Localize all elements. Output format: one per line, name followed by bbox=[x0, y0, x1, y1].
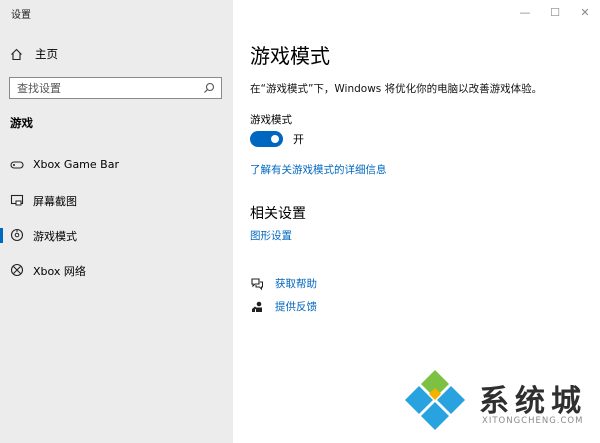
window-controls: — ☐ ✕ bbox=[510, 0, 600, 24]
related-settings-title: 相关设置 bbox=[250, 206, 306, 222]
sidebar-item-label: 主页 bbox=[35, 47, 58, 61]
section-title: 游戏 bbox=[10, 116, 33, 130]
give-feedback-row[interactable]: 提供反馈 bbox=[250, 299, 317, 314]
watermark-logo: 系统城 XITONGCHENG.COM bbox=[402, 368, 592, 434]
toggle-title: 游戏模式 bbox=[250, 114, 292, 126]
help-chat-icon bbox=[251, 277, 263, 290]
maximize-button[interactable]: ☐ bbox=[540, 0, 570, 24]
screenshot-icon bbox=[10, 194, 24, 206]
logo-mark-icon bbox=[405, 370, 465, 430]
page-description: 在“游戏模式”下，Windows 将优化你的电脑以改善游戏体验。 bbox=[250, 83, 543, 95]
sidebar-item-label: 游戏模式 bbox=[33, 230, 77, 243]
graphics-settings-link[interactable]: 图形设置 bbox=[250, 228, 292, 243]
xbox-game-bar-icon bbox=[10, 161, 24, 169]
xbox-icon bbox=[10, 263, 24, 277]
feedback-icon bbox=[252, 301, 262, 312]
toggle-knob bbox=[271, 135, 279, 143]
learn-more-link[interactable]: 了解有关游戏模式的详细信息 bbox=[250, 162, 387, 177]
get-help-link[interactable]: 获取帮助 bbox=[275, 276, 317, 291]
page-title: 游戏模式 bbox=[250, 44, 330, 68]
app-title: 设置 bbox=[11, 10, 31, 21]
game-mode-icon bbox=[10, 228, 24, 242]
get-help-row[interactable]: 获取帮助 bbox=[250, 276, 317, 291]
sidebar-item-home[interactable]: 主页 bbox=[10, 45, 58, 63]
watermark-url: XITONGCHENG.COM bbox=[482, 416, 584, 426]
watermark-brand: 系统城 bbox=[479, 384, 587, 419]
toggle-row: 开 bbox=[250, 131, 304, 147]
sidebar-item-game-mode[interactable]: 游戏模式 bbox=[0, 222, 233, 248]
sidebar: 设置 主页 查找设置 游戏 Xbox Game Bar 屏幕截图 游戏模式 Xb… bbox=[0, 0, 233, 443]
sidebar-item-label: 屏幕截图 bbox=[33, 195, 77, 208]
toggle-state-label: 开 bbox=[293, 133, 304, 146]
sidebar-item-label: Xbox 网络 bbox=[33, 265, 86, 278]
search-icon[interactable] bbox=[203, 82, 215, 94]
sidebar-item-xbox-network[interactable]: Xbox 网络 bbox=[0, 257, 233, 283]
minimize-button[interactable]: — bbox=[510, 0, 540, 24]
sidebar-item-label: Xbox Game Bar bbox=[33, 158, 119, 171]
search-input[interactable]: 查找设置 bbox=[9, 77, 222, 99]
home-icon bbox=[11, 48, 22, 60]
close-button[interactable]: ✕ bbox=[570, 0, 600, 24]
sidebar-item-screenshot[interactable]: 屏幕截图 bbox=[0, 187, 233, 213]
sidebar-item-xbox-game-bar[interactable]: Xbox Game Bar bbox=[0, 152, 233, 178]
give-feedback-link[interactable]: 提供反馈 bbox=[275, 299, 317, 314]
active-indicator bbox=[0, 228, 3, 243]
search-placeholder: 查找设置 bbox=[17, 82, 61, 95]
game-mode-toggle[interactable] bbox=[250, 131, 283, 147]
